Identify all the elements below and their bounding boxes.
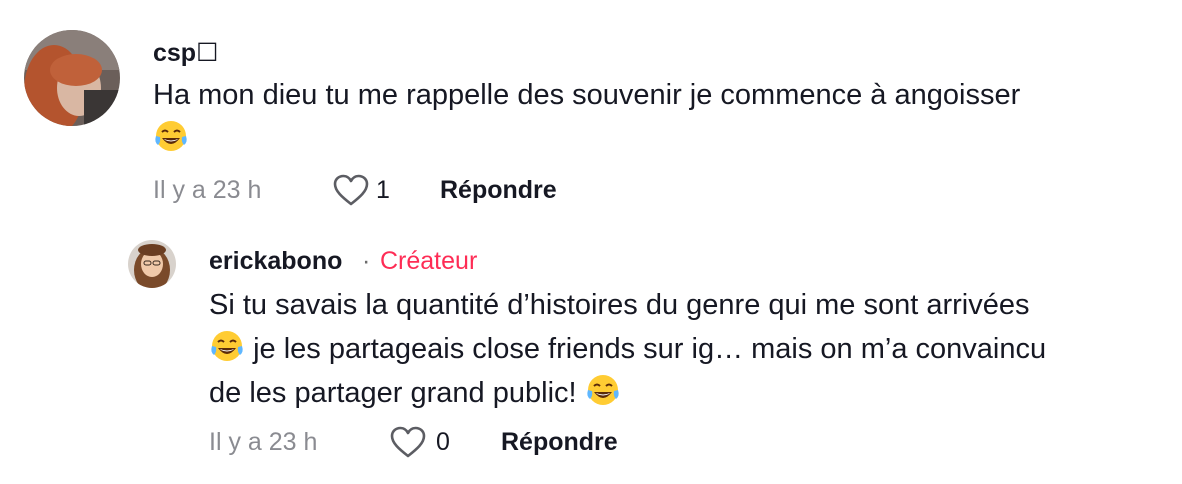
creator-badge: Créateur <box>380 247 478 275</box>
creator-username[interactable]: erickabono <box>209 247 342 276</box>
reply-text-line: de les partager grand public! <box>209 377 577 409</box>
reply-text-line: je les partageais close friends sur ig… … <box>253 333 1047 365</box>
reply-text-line: Si tu savais la quantité d’histoires du … <box>209 289 1030 321</box>
comment-text-line: Ha mon dieu tu me rappelle des souvenir … <box>153 79 1021 111</box>
avatar-photo <box>128 240 176 288</box>
avatar-photo <box>24 30 120 126</box>
reply-reply-button[interactable]: Répondre <box>501 428 618 457</box>
comment-text: Ha mon dieu tu me rappelle des souvenir … <box>153 73 1163 161</box>
face-with-tears-of-joy-emoji <box>586 375 619 405</box>
reply-like-count: 0 <box>436 428 450 456</box>
separator-dot: · <box>362 247 371 275</box>
face-with-tears-of-joy-emoji <box>155 121 187 151</box>
commenter-username[interactable]: csp☐ <box>153 38 219 68</box>
face-with-tears-of-joy-emoji <box>211 331 243 361</box>
avatar-creator[interactable] <box>128 240 176 288</box>
reply-text: Si tu savais la quantité d’histoires du … <box>209 283 1169 415</box>
reply-timestamp: Il y a 23 h <box>209 428 318 456</box>
comment-reply-button[interactable]: Répondre <box>440 176 557 205</box>
comment-timestamp: Il y a 23 h <box>153 176 262 204</box>
avatar-commenter[interactable] <box>24 30 120 126</box>
heart-icon[interactable] <box>389 425 427 459</box>
comment-like-count: 1 <box>376 176 390 204</box>
heart-icon[interactable] <box>332 173 370 207</box>
